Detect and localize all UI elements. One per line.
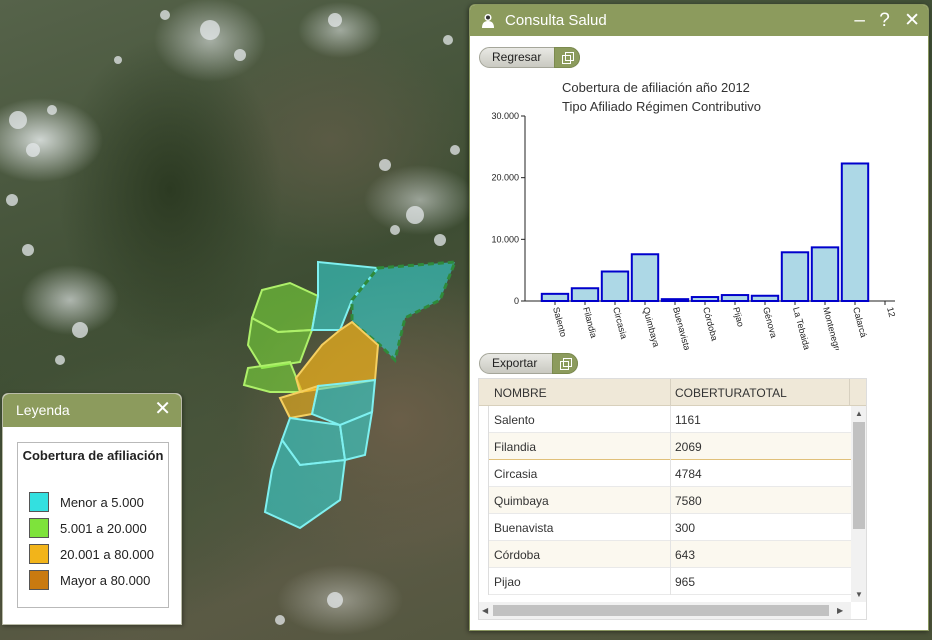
vertical-scrollbar[interactable]: ▲ ▼	[851, 406, 866, 602]
region-montenegro[interactable]	[242, 360, 304, 393]
legend-box: Cobertura de afiliación Menor a 5.000 5.…	[17, 442, 169, 608]
cell-cobertura: 965	[675, 575, 696, 589]
x-tick-label: 12	[885, 306, 897, 318]
legend-swatch	[29, 518, 49, 538]
legend-header: Leyenda ✕	[3, 394, 181, 427]
scroll-thumb[interactable]	[493, 605, 829, 616]
x-tick-label: La Tebaida	[791, 306, 812, 350]
chart-title: Cobertura de afiliación año 2012	[562, 80, 750, 95]
x-tick-label: Quimbaya	[641, 306, 661, 348]
x-tick-label: Buenavista	[671, 306, 692, 350]
x-tick-label: Calarcá	[851, 306, 869, 339]
close-icon[interactable]: ✕	[154, 394, 171, 425]
cell-cobertura: 2069	[675, 440, 702, 454]
bar[interactable]	[810, 246, 840, 303]
consulta-salud-panel[interactable]: Consulta Salud – ? ✕ Regresar Cobertura …	[469, 4, 929, 631]
y-tick-label: 20.000	[491, 173, 519, 183]
results-table[interactable]: NOMBRE COBERTURATOTAL Salento 1161 Filand…	[478, 378, 867, 620]
y-tick-label: 0	[514, 296, 519, 306]
cell-cobertura: 643	[675, 548, 696, 562]
cell-nombre: Salento	[494, 413, 535, 427]
scroll-down-icon[interactable]: ▼	[855, 590, 863, 599]
x-tick-label: Filandia	[581, 306, 599, 339]
bar[interactable]	[750, 294, 780, 302]
bar[interactable]	[840, 162, 870, 302]
legend-title: Leyenda	[16, 402, 70, 418]
cell-nombre: Circasia	[494, 467, 538, 481]
panel-header[interactable]: Consulta Salud – ? ✕	[470, 5, 928, 36]
column-header-nombre[interactable]: NOMBRE	[494, 386, 547, 400]
legend-swatch	[29, 492, 49, 512]
close-icon[interactable]: ✕	[904, 10, 920, 31]
legend-label: 20.001 a 80.000	[60, 547, 154, 562]
bar[interactable]	[600, 270, 630, 303]
chart-subtitle: Tipo Afiliado Régimen Contributivo	[562, 99, 761, 114]
cell-nombre: Filandia	[494, 440, 537, 454]
user-icon	[482, 14, 494, 28]
x-tick-label: Pijao	[731, 306, 746, 328]
cell-nombre: Buenavista	[494, 521, 554, 535]
window-icon	[552, 353, 578, 374]
legend-panel[interactable]: Leyenda ✕ Cobertura de afiliación Menor …	[2, 393, 182, 625]
cell-cobertura: 4784	[675, 467, 702, 481]
x-tick-label: Montenegro	[821, 306, 843, 350]
table-row[interactable]: Buenavista 300	[479, 514, 851, 541]
horizontal-scrollbar[interactable]: ◀ ▶	[479, 602, 851, 619]
bar[interactable]	[780, 251, 810, 303]
legend-swatch	[29, 570, 49, 590]
legend-label: 5.001 a 20.000	[60, 521, 147, 536]
legend-swatch	[29, 544, 49, 564]
table-row[interactable]: Circasia 4784	[479, 460, 851, 487]
export-button[interactable]: Exportar	[479, 353, 578, 374]
help-icon[interactable]: ?	[879, 10, 890, 31]
cell-cobertura: 1161	[675, 413, 701, 427]
x-tick-label: Génova	[761, 306, 779, 339]
bar[interactable]	[660, 298, 690, 302]
minimize-icon[interactable]: –	[854, 10, 865, 31]
table-row[interactable]: Quimbaya 7580	[479, 487, 851, 514]
bar[interactable]	[570, 287, 600, 302]
scroll-left-icon[interactable]: ◀	[482, 606, 488, 615]
coverage-bar-chart: Cobertura de afiliación año 2012 Tipo Af…	[491, 80, 897, 350]
legend-label: Menor a 5.000	[60, 495, 144, 510]
bar[interactable]	[720, 294, 750, 302]
bar[interactable]	[630, 253, 660, 302]
legend-label: Mayor a 80.000	[60, 573, 151, 588]
panel-title: Consulta Salud	[505, 12, 607, 29]
legend-heading: Cobertura de afiliación	[22, 448, 164, 463]
cell-cobertura: 7580	[675, 494, 702, 508]
back-button-label: Regresar	[492, 50, 542, 64]
x-tick-label: Córdoba	[701, 306, 720, 342]
cell-cobertura: 300	[675, 521, 696, 535]
table-row[interactable]: Córdoba 643	[479, 541, 851, 568]
table-row[interactable]: Filandia 2069	[479, 433, 851, 460]
scroll-up-icon[interactable]: ▲	[855, 409, 863, 418]
table-header: NOMBRE COBERTURATOTAL	[479, 379, 866, 406]
x-tick-label: Salento	[551, 306, 569, 338]
scroll-thumb[interactable]	[853, 422, 865, 529]
y-tick-label: 30.000	[491, 111, 519, 121]
bar[interactable]	[690, 296, 720, 303]
cell-nombre: Córdoba	[494, 548, 541, 562]
window-icon	[554, 47, 580, 68]
cell-nombre: Quimbaya	[494, 494, 549, 508]
scroll-right-icon[interactable]: ▶	[837, 606, 843, 615]
column-header-cobertura[interactable]: COBERTURATOTAL	[675, 386, 787, 400]
export-button-label: Exportar	[492, 356, 538, 370]
y-tick-label: 10.000	[491, 234, 519, 244]
x-tick-label: Circasia	[611, 306, 629, 340]
table-row[interactable]: Salento 1161	[479, 406, 851, 433]
bar[interactable]	[540, 292, 570, 302]
table-row[interactable]: Pijao 965	[479, 568, 851, 595]
back-button[interactable]: Regresar	[479, 47, 580, 68]
cell-nombre: Pijao	[494, 575, 521, 589]
